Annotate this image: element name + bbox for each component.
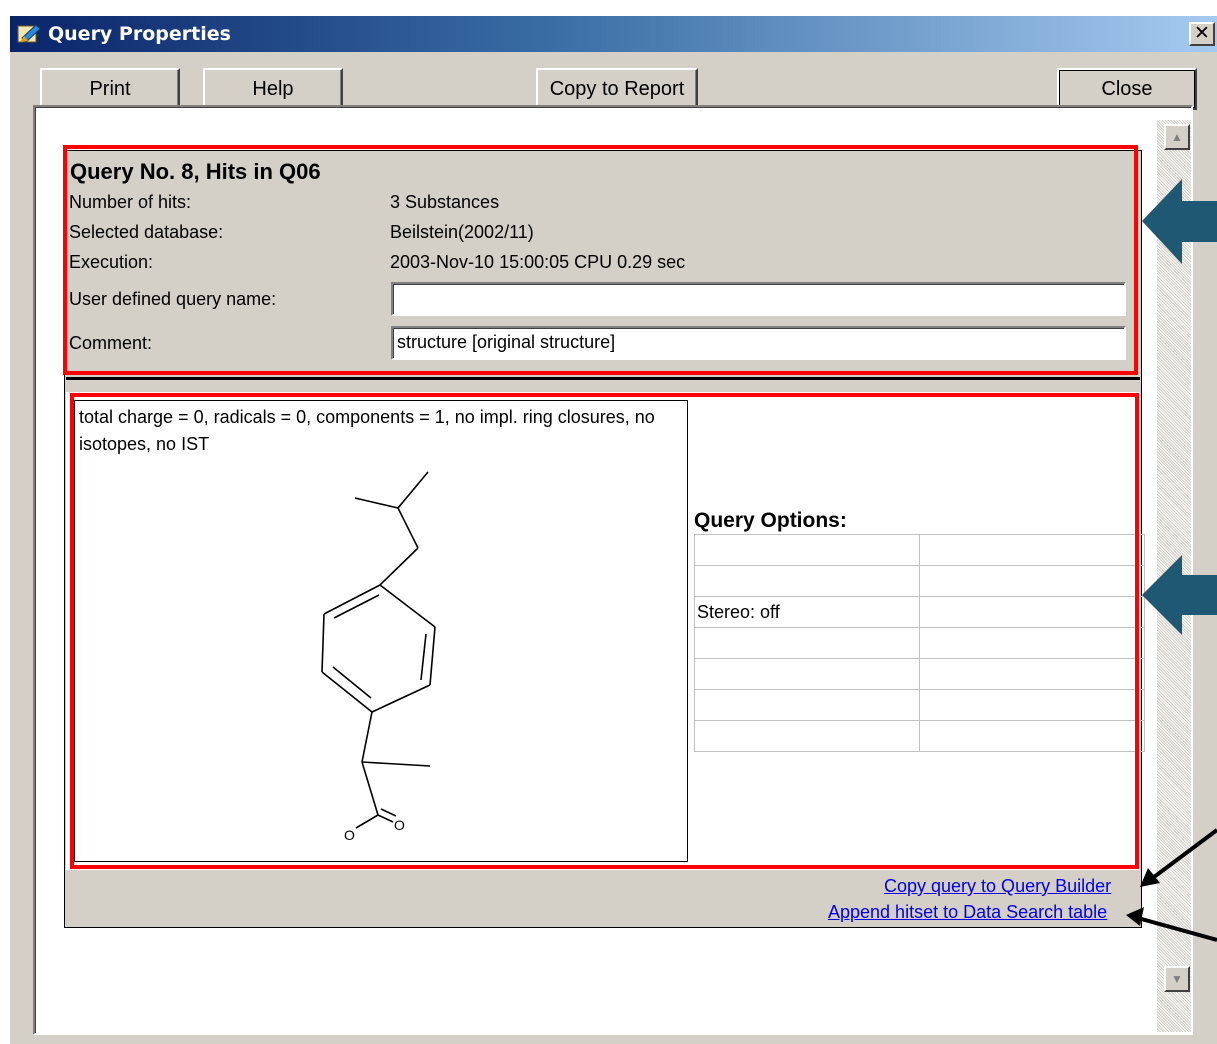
help-button[interactable]: Help [203,68,343,110]
close-button[interactable]: Close [1057,68,1197,110]
copy-to-report-button[interactable]: Copy to Report [536,68,698,110]
scroll-up-icon[interactable]: ▲ [1164,124,1190,150]
query-app-icon [17,24,41,43]
append-hitset-link[interactable]: Append hitset to Data Search table [828,902,1107,923]
print-button[interactable]: Print [40,68,180,110]
close-icon[interactable]: ✕ [1189,22,1215,46]
window-title: Query Properties [48,23,231,45]
scroll-down-icon[interactable]: ▼ [1164,966,1190,992]
copy-query-to-query-builder-link[interactable]: Copy query to Query Builder [884,876,1111,897]
vertical-scrollbar[interactable]: ▲ ▼ [1157,120,1191,1032]
section-divider [66,377,1140,380]
title-bar[interactable]: Query Properties ✕ [10,16,1217,52]
annotation-box-query-info [63,145,1138,375]
annotation-box-structure [70,393,1139,869]
